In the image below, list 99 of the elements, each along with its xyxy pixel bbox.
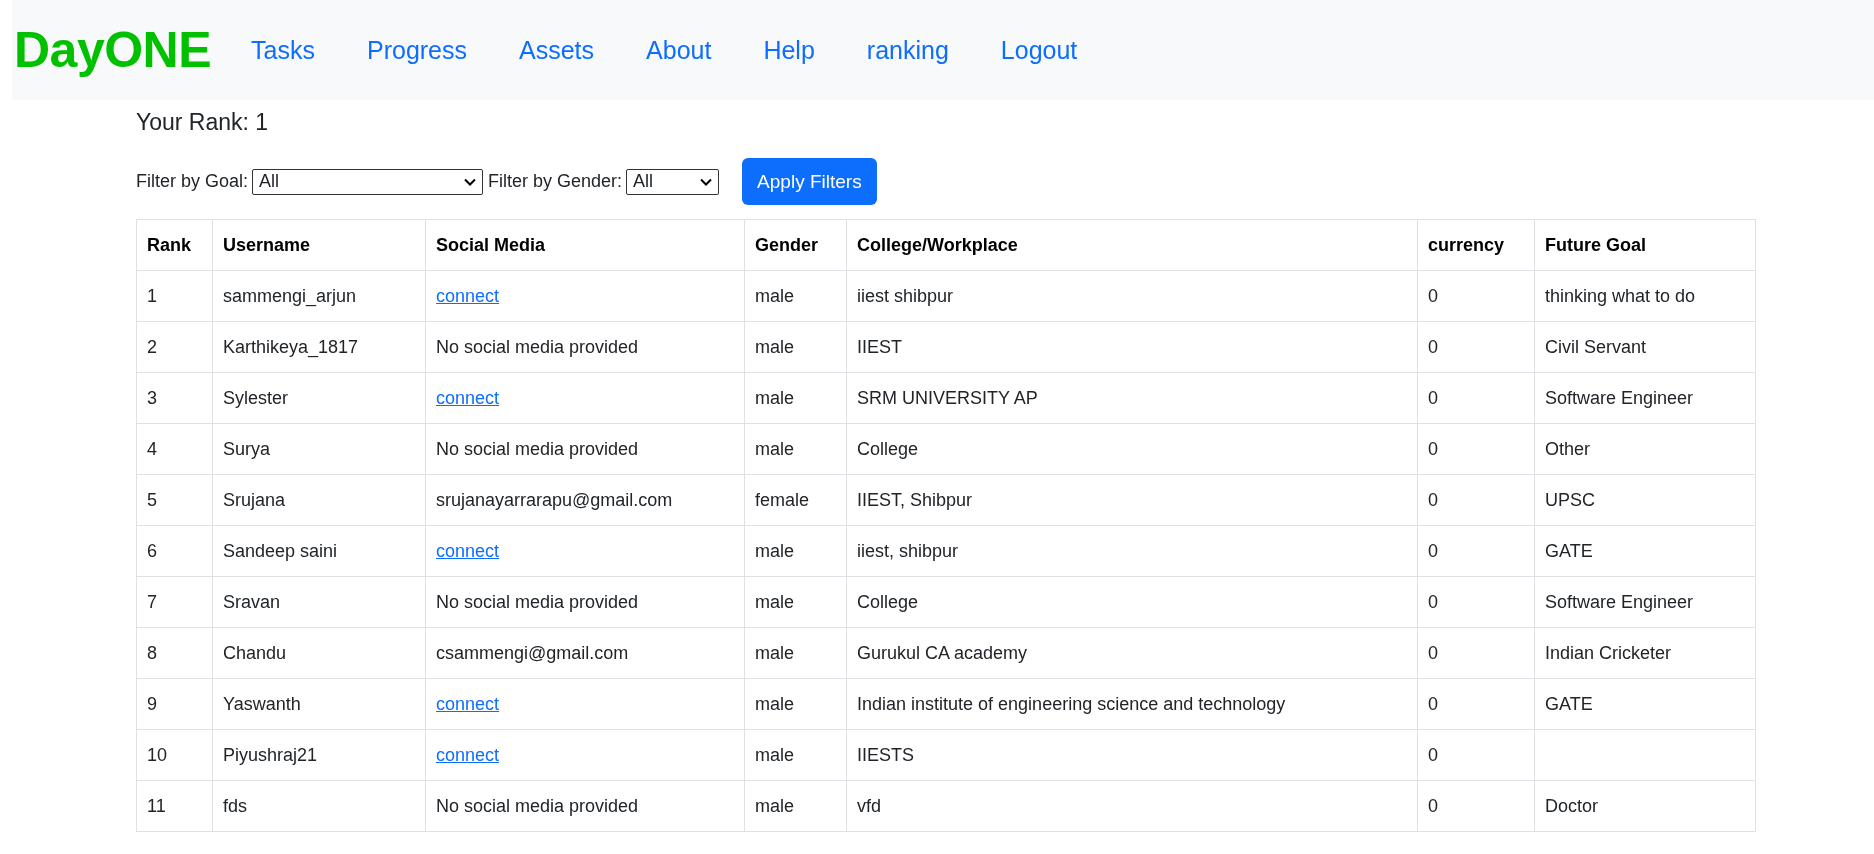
table-cell: Indian Cricketer — [1534, 627, 1756, 679]
table-cell: 0 — [1417, 321, 1535, 373]
table-cell: Piyushraj21 — [212, 729, 426, 781]
table-cell: Sravan — [212, 576, 426, 628]
table-cell: male — [744, 372, 847, 424]
table-cell: UPSC — [1534, 474, 1756, 526]
column-header: Future Goal — [1534, 219, 1756, 271]
table-cell: srujanayarrarapu@gmail.com — [425, 474, 745, 526]
table-cell: Chandu — [212, 627, 426, 679]
table-cell: Other — [1534, 423, 1756, 475]
table-cell: 0 — [1417, 474, 1535, 526]
table-cell: Surya — [212, 423, 426, 475]
table-cell: 2 — [136, 321, 213, 373]
table-cell: No social media provided — [425, 780, 745, 832]
table-cell: 0 — [1417, 627, 1535, 679]
nav-link[interactable]: About — [646, 35, 712, 65]
column-header: Username — [212, 219, 426, 271]
table-cell: GATE — [1534, 678, 1756, 730]
caret-icon — [700, 177, 713, 186]
table-cell: male — [744, 270, 847, 322]
column-header: Social Media — [425, 219, 745, 271]
table-cell: IIEST — [846, 321, 1418, 373]
table-cell: Sylester — [212, 372, 426, 424]
table-cell: Software Engineer — [1534, 372, 1756, 424]
column-header: Gender — [744, 219, 847, 271]
table-cell: IIESTS — [846, 729, 1418, 781]
filter-label: Filter by Goal: — [136, 171, 249, 192]
table-cell: csammengi@gmail.com — [425, 627, 745, 679]
table-cell: Yaswanth — [212, 678, 426, 730]
table-cell: male — [744, 627, 847, 679]
filter-dropdown[interactable]: All — [252, 168, 484, 195]
table-cell: vfd — [846, 780, 1418, 832]
table-cell: iiest, shibpur — [846, 525, 1418, 577]
apply-filters-button[interactable]: Apply Filters — [742, 158, 877, 205]
column-header: Rank — [136, 219, 213, 271]
table-cell: 10 — [136, 729, 213, 781]
table-cell: male — [744, 780, 847, 832]
connect-link[interactable]: connect — [436, 693, 500, 714]
table-cell: College — [846, 576, 1418, 628]
table-cell: IIEST, Shibpur — [846, 474, 1418, 526]
table-cell: male — [744, 576, 847, 628]
table-cell: Software Engineer — [1534, 576, 1756, 628]
table-cell: 5 — [136, 474, 213, 526]
table-cell: Karthikeya_1817 — [212, 321, 426, 373]
table-cell: 3 — [136, 372, 213, 424]
table-cell: Civil Servant — [1534, 321, 1756, 373]
table-cell: 0 — [1417, 729, 1535, 781]
nav-link[interactable]: ranking — [866, 35, 949, 65]
connect-link[interactable]: connect — [436, 285, 500, 306]
connect-link[interactable]: connect — [436, 387, 500, 408]
table-cell: GATE — [1534, 525, 1756, 577]
nav-link[interactable]: Assets — [519, 35, 595, 65]
nav-link[interactable]: Tasks — [251, 35, 315, 65]
table-cell: sammengi_arjun — [212, 270, 426, 322]
table-cell: College — [846, 423, 1418, 475]
table-cell: No social media provided — [425, 576, 745, 628]
table-cell: 0 — [1417, 270, 1535, 322]
connect-link[interactable]: connect — [436, 540, 500, 561]
table-cell: 0 — [1417, 576, 1535, 628]
nav-link[interactable]: Help — [763, 35, 815, 65]
table-cell: Gurukul CA academy — [846, 627, 1418, 679]
table-cell: iiest shibpur — [846, 270, 1418, 322]
filter-dropdown[interactable]: All — [626, 168, 720, 195]
table-cell: Srujana — [212, 474, 426, 526]
table-cell: No social media provided — [425, 321, 745, 373]
connect-link[interactable]: connect — [436, 744, 500, 765]
table-cell: thinking what to do — [1534, 270, 1756, 322]
table-cell: 11 — [136, 780, 213, 832]
table-cell: Doctor — [1534, 780, 1756, 832]
caret-icon — [464, 177, 477, 186]
table-cell: Sandeep saini — [212, 525, 426, 577]
table-cell: 1 — [136, 270, 213, 322]
column-header: currency — [1417, 219, 1535, 271]
table-cell: male — [744, 525, 847, 577]
column-header: College/Workplace — [846, 219, 1418, 271]
table-cell: 0 — [1417, 678, 1535, 730]
nav-link[interactable]: Progress — [367, 35, 468, 65]
table-cell: 0 — [1417, 525, 1535, 577]
table-cell: male — [744, 678, 847, 730]
rank-heading: Your Rank: 1 — [136, 108, 270, 137]
table-cell: Indian institute of engineering science and technology — [846, 678, 1418, 730]
table-cell: fds — [212, 780, 426, 832]
table-cell: male — [744, 423, 847, 475]
table-cell: 0 — [1417, 372, 1535, 424]
table-cell: 6 — [136, 525, 213, 577]
table-cell: 4 — [136, 423, 213, 475]
logo[interactable]: DayONE — [14, 21, 212, 79]
table-cell: 9 — [136, 678, 213, 730]
table-cell: 8 — [136, 627, 213, 679]
table-cell: 7 — [136, 576, 213, 628]
table-cell: female — [744, 474, 847, 526]
table-cell: SRM UNIVERSITY AP — [846, 372, 1418, 424]
table-cell: 0 — [1417, 780, 1535, 832]
table-cell: male — [744, 729, 847, 781]
filter-label: Filter by Gender: — [488, 171, 623, 192]
table-cell: No social media provided — [425, 423, 745, 475]
table-cell: 0 — [1417, 423, 1535, 475]
nav-link[interactable]: Logout — [1000, 35, 1078, 65]
table-cell: male — [744, 321, 847, 373]
